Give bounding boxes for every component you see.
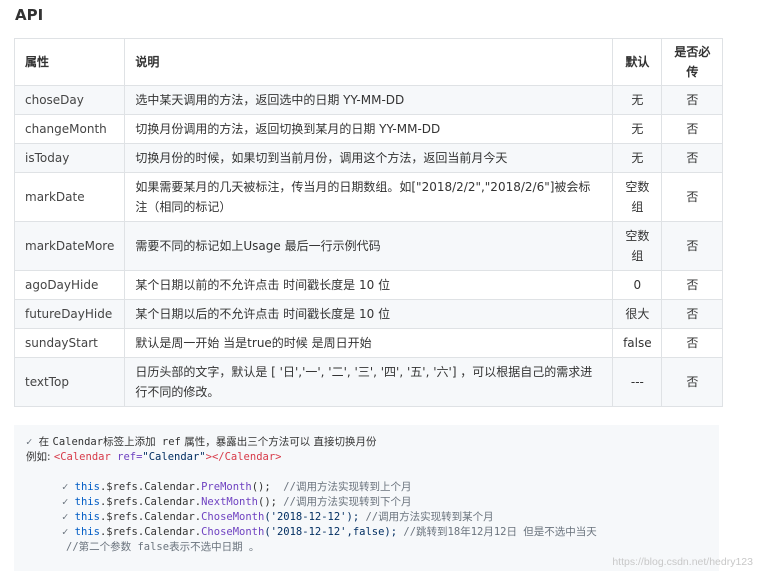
checkmark-icon: ✓ <box>62 511 69 523</box>
prop-required: 否 <box>661 172 724 222</box>
table-row: agoDayHide 某个日期以前的不允许点击 时间戳长度是 10 位 0 否 <box>13 270 724 300</box>
prop-name: textTop <box>13 357 126 407</box>
prop-name: agoDayHide <box>13 270 126 300</box>
code-line: ✓ this.$refs.Calendar.ChoseMonth('2018-1… <box>62 511 494 523</box>
prop-default: 无 <box>612 114 663 144</box>
prop-description: 切换月份调用的方法，返回切换到某月的日期 YY-MM-DD <box>124 114 614 144</box>
prop-required: 否 <box>661 143 724 173</box>
prop-description: 如果需要某月的几天被标注，传当月的日期数组。如["2018/2/2","2018… <box>124 172 614 222</box>
prop-name: choseDay <box>13 85 126 115</box>
checkmark-icon: ✓ <box>26 436 33 448</box>
code-line: //第二个参数 false表示不选中日期 。 <box>66 541 260 553</box>
prop-default: 无 <box>612 143 663 173</box>
prop-description: 默认是周一开始 当是true的时候 是周日开始 <box>124 328 614 358</box>
prop-default: --- <box>612 357 663 407</box>
prop-default: false <box>612 328 663 358</box>
prop-name: isToday <box>13 143 126 173</box>
prop-default: 空数组 <box>612 221 663 271</box>
prop-required: 否 <box>661 299 724 329</box>
code-line: ✓ 在 Calendar标签上添加 ref 属性，暴露出三个方法可以 直接切换月… <box>26 436 377 448</box>
code-line: ✓ this.$refs.Calendar.ChoseMonth('2018-1… <box>62 526 597 538</box>
code-line: ✓ this.$refs.Calendar.NextMonth(); //调用方… <box>62 496 412 508</box>
prop-description: 日历头部的文字，默认是 [ '日','一', '二', '三', '四', '五… <box>124 357 614 407</box>
prop-description: 某个日期以后的不允许点击 时间戳长度是 10 位 <box>124 299 614 329</box>
api-table: 属性 说明 默认 是否必传 choseDay 选中某天调用的方法，返回选中的日期… <box>13 38 724 407</box>
prop-required: 否 <box>661 85 724 115</box>
prop-required: 否 <box>661 357 724 407</box>
table-row: futureDayHide 某个日期以后的不允许点击 时间戳长度是 10 位 很… <box>13 299 724 329</box>
code-block: ✓ 在 Calendar标签上添加 ref 属性，暴露出三个方法可以 直接切换月… <box>14 425 719 571</box>
checkmark-icon: ✓ <box>62 496 69 508</box>
table-row: textTop 日历头部的文字，默认是 [ '日','一', '二', '三',… <box>13 357 724 407</box>
section-heading: API <box>15 6 44 24</box>
table-row: changeMonth 切换月份调用的方法，返回切换到某月的日期 YY-MM-D… <box>13 114 724 144</box>
column-header-description: 说明 <box>124 38 614 86</box>
table-row: isToday 切换月份的时候，如果切到当前月份，调用这个方法，返回当前月今天 … <box>13 143 724 173</box>
column-header-required: 是否必传 <box>661 38 724 86</box>
code-line: ✓ this.$refs.Calendar.PreMonth(); //调用方法… <box>62 481 412 493</box>
table-header-row: 属性 说明 默认 是否必传 <box>13 38 724 86</box>
column-header-default: 默认 <box>612 38 663 86</box>
prop-required: 否 <box>661 114 724 144</box>
table-row: choseDay 选中某天调用的方法，返回选中的日期 YY-MM-DD 无 否 <box>13 85 724 115</box>
prop-default: 0 <box>612 270 663 300</box>
prop-description: 切换月份的时候，如果切到当前月份，调用这个方法，返回当前月今天 <box>124 143 614 173</box>
checkmark-icon: ✓ <box>62 481 69 493</box>
prop-name: markDate <box>13 172 126 222</box>
prop-description: 选中某天调用的方法，返回选中的日期 YY-MM-DD <box>124 85 614 115</box>
prop-name: sundayStart <box>13 328 126 358</box>
column-header-property: 属性 <box>13 38 126 86</box>
prop-required: 否 <box>661 328 724 358</box>
watermark: https://blog.csdn.net/hedry123 <box>612 556 753 568</box>
prop-default: 无 <box>612 85 663 115</box>
prop-description: 需要不同的标记如上Usage 最后一行示例代码 <box>124 221 614 271</box>
prop-name: futureDayHide <box>13 299 126 329</box>
prop-description: 某个日期以前的不允许点击 时间戳长度是 10 位 <box>124 270 614 300</box>
table-row: sundayStart 默认是周一开始 当是true的时候 是周日开始 fals… <box>13 328 724 358</box>
prop-default: 空数组 <box>612 172 663 222</box>
prop-name: markDateMore <box>13 221 126 271</box>
checkmark-icon: ✓ <box>62 526 69 538</box>
prop-required: 否 <box>661 221 724 271</box>
prop-name: changeMonth <box>13 114 126 144</box>
prop-default: 很大 <box>612 299 663 329</box>
table-row: markDate 如果需要某月的几天被标注，传当月的日期数组。如["2018/2… <box>13 172 724 222</box>
code-line: 例如: <Calendar ref="Calendar"></Calendar> <box>26 451 282 463</box>
table-row: markDateMore 需要不同的标记如上Usage 最后一行示例代码 空数组… <box>13 221 724 271</box>
prop-required: 否 <box>661 270 724 300</box>
